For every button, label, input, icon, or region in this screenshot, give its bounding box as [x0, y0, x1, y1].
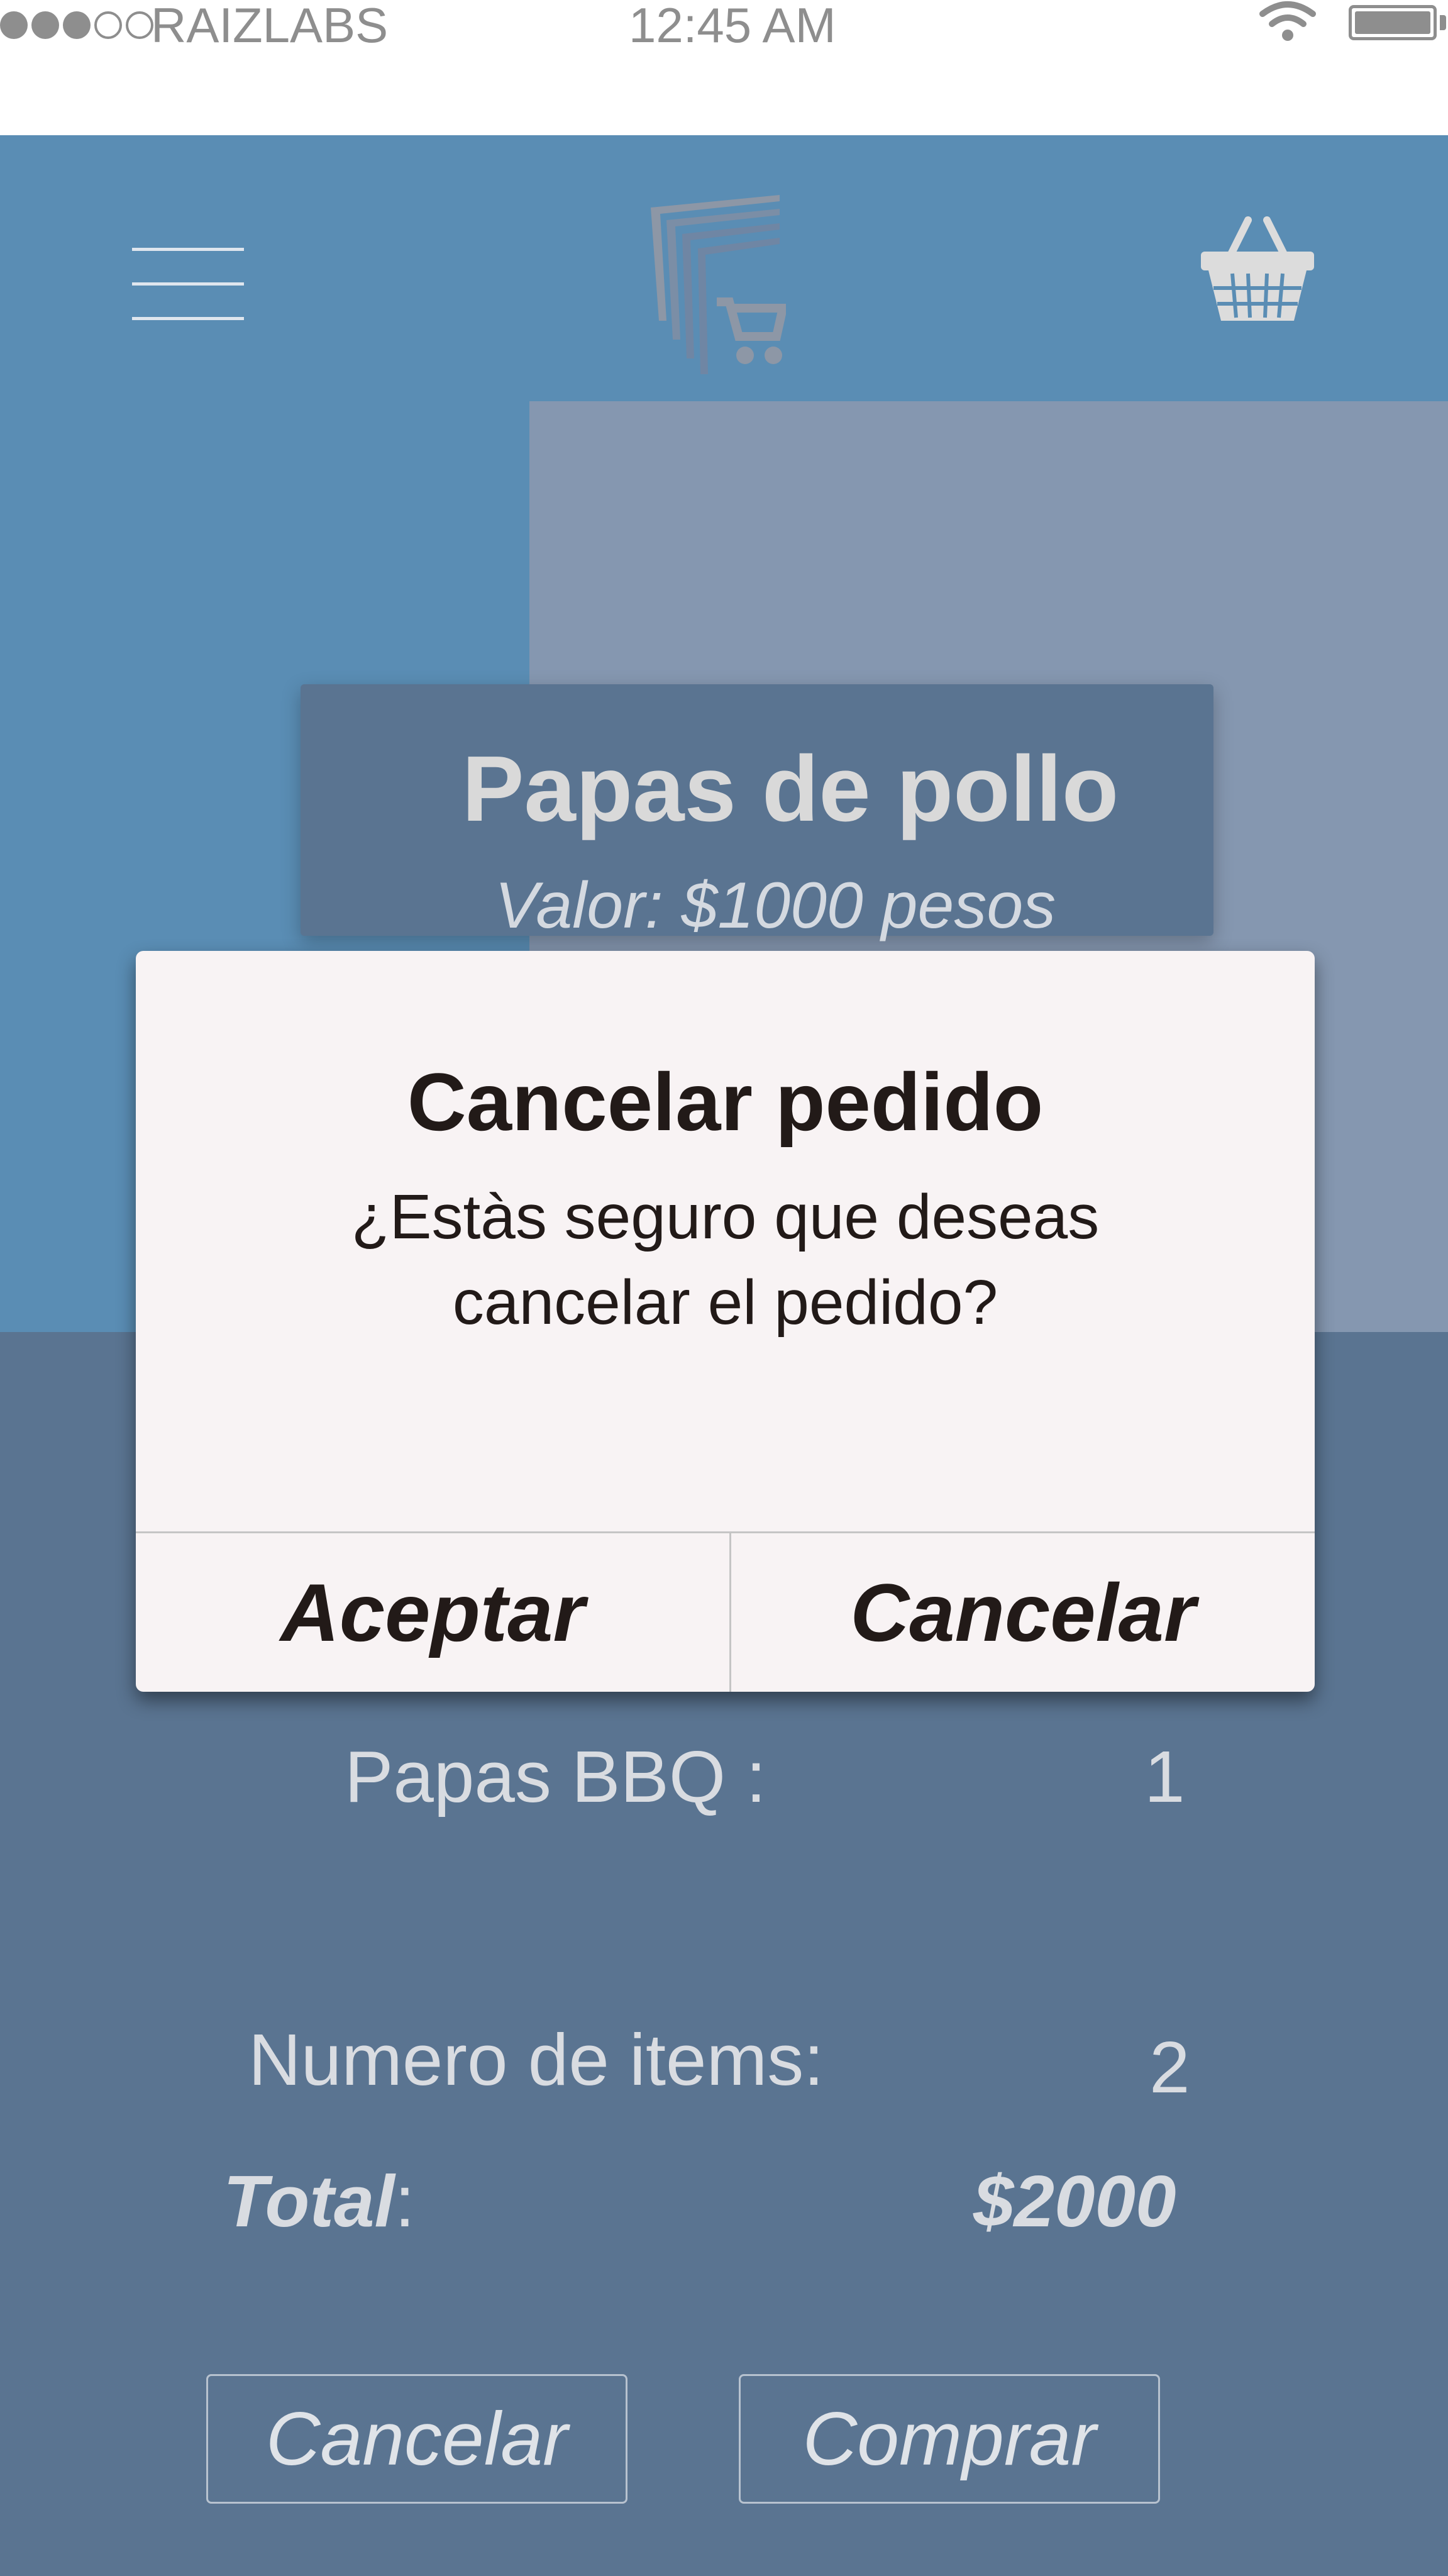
cancel-order-dialog: Cancelar pedido ¿Estàs seguro que deseas…	[136, 951, 1315, 1692]
battery-tip	[1440, 15, 1446, 30]
item-count-value: 2	[1149, 2026, 1190, 2108]
total-value: $2000	[973, 2160, 1176, 2242]
hamburger-menu-icon[interactable]	[126, 239, 251, 333]
total-colon: :	[394, 2160, 416, 2242]
total-label: Total:	[223, 2157, 415, 2245]
product-price: Valor: $1000 pesos	[494, 869, 1056, 942]
battery-icon	[1349, 5, 1437, 40]
order-item-quantity: 1	[1144, 1736, 1185, 1818]
status-bar: RAIZLABS 12:45 AM	[0, 0, 1448, 135]
cancel-order-button[interactable]: Cancelar	[206, 2374, 627, 2504]
total-label-text: Total	[223, 2160, 395, 2242]
wifi-icon	[1259, 1, 1316, 41]
store-cart-logo-icon	[651, 195, 786, 374]
shopping-basket-icon[interactable]	[1195, 214, 1320, 327]
dialog-message: ¿Estàs seguro que deseas cancelar el ped…	[351, 1182, 1100, 1338]
carrier-name: RAIZLABS	[151, 0, 389, 53]
signal-strength-icon	[0, 11, 153, 39]
dialog-cancel-button[interactable]: Cancelar	[731, 1533, 1315, 1692]
product-name: Papas de pollo	[461, 737, 1119, 841]
order-item-name: Papas BBQ :	[345, 1736, 766, 1818]
dialog-title: Cancelar pedido	[407, 1056, 1044, 1148]
dialog-accept-button[interactable]: Aceptar	[136, 1533, 729, 1692]
status-time: 12:45 AM	[629, 0, 836, 53]
buy-button[interactable]: Comprar	[739, 2374, 1160, 2504]
item-count-label: Numero de items:	[248, 2019, 824, 2101]
